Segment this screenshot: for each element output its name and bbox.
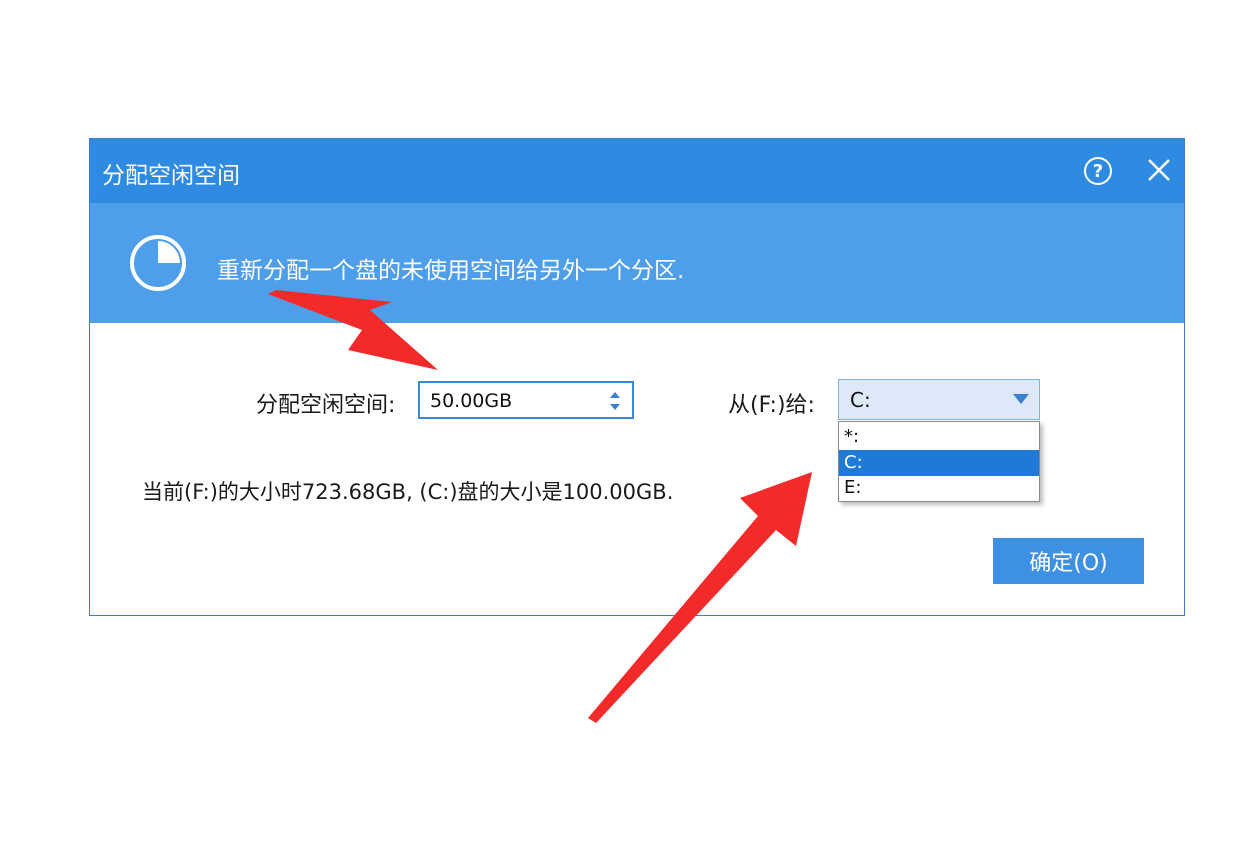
size-input[interactable]: [428, 386, 602, 416]
help-icon[interactable]: ?: [1084, 157, 1112, 185]
drive-select[interactable]: C:: [838, 379, 1040, 420]
title-bar: 分配空闲空间 ?: [90, 139, 1184, 203]
dialog-title: 分配空闲空间: [102, 163, 240, 189]
drive-option[interactable]: E:: [839, 475, 1039, 501]
drive-option[interactable]: *:: [839, 424, 1039, 450]
banner-description: 重新分配一个盘的未使用空间给另外一个分区.: [217, 258, 685, 284]
drive-dropdown-list: *: C: E:: [838, 421, 1040, 502]
from-label: 从(F:)给:: [728, 393, 815, 418]
ok-button[interactable]: 确定(O): [993, 538, 1144, 584]
size-info-text: 当前(F:)的大小时723.68GB, (C:)盘的大小是100.00GB.: [142, 480, 674, 504]
pie-chart-icon: [130, 235, 186, 291]
close-icon[interactable]: [1144, 155, 1174, 185]
size-spinner[interactable]: [418, 381, 634, 419]
header-banner: 重新分配一个盘的未使用空间给另外一个分区.: [90, 203, 1184, 323]
selected-drive: C:: [850, 388, 871, 412]
allocate-space-dialog: 分配空闲空间 ? 重新分配一个盘的未使用空间给另外一个分区. 分配空闲空间: 从…: [89, 138, 1185, 616]
chevron-down-icon[interactable]: [1013, 394, 1029, 404]
size-label: 分配空闲空间:: [256, 393, 396, 418]
drive-option-selected[interactable]: C:: [839, 450, 1039, 476]
spin-arrows-icon[interactable]: [607, 388, 623, 414]
